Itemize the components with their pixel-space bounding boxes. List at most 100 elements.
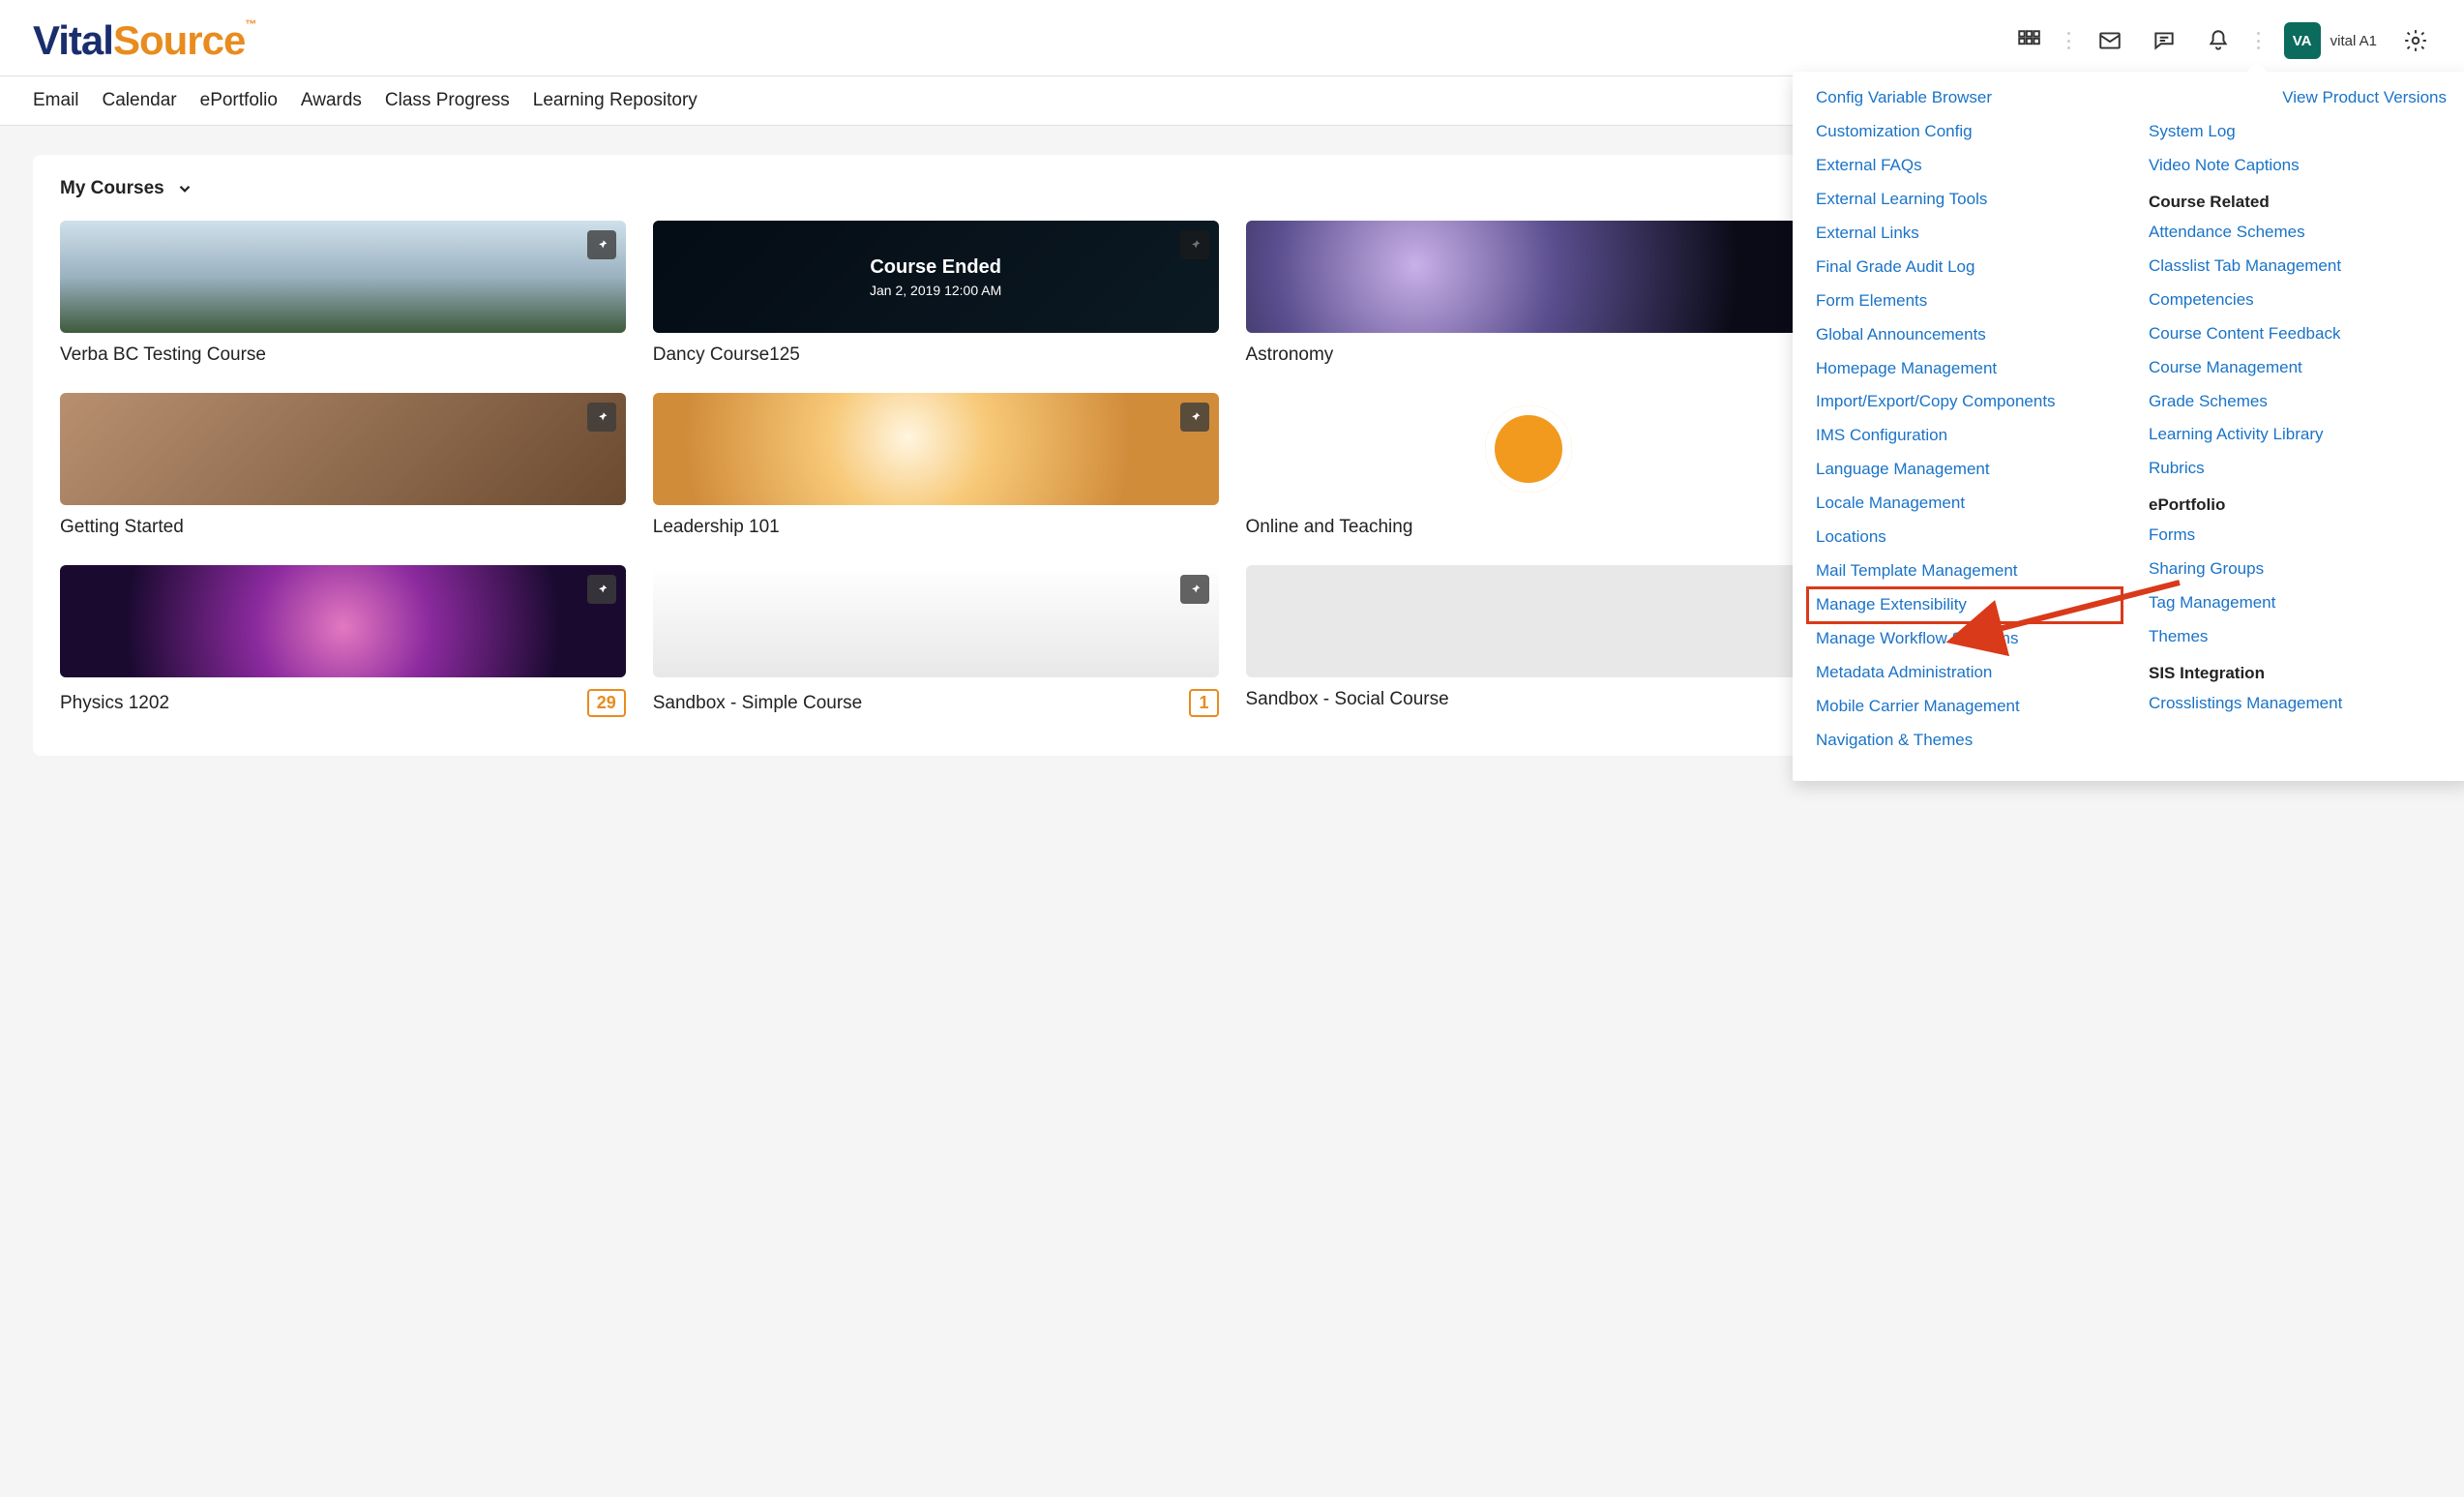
dropdown-heading: SIS Integration	[2149, 654, 2447, 687]
course-title: Online and Teaching	[1246, 517, 1413, 538]
dropdown-link[interactable]: Manage Workflow Sessions	[1816, 622, 2114, 656]
chat-icon[interactable]	[2149, 25, 2180, 56]
dropdown-link[interactable]: System Log	[2149, 115, 2447, 149]
dropdown-link[interactable]: Mobile Carrier Management	[1816, 690, 2114, 724]
dropdown-heading: Course Related	[2149, 183, 2447, 216]
course-card[interactable]: Physics 1202 29	[60, 565, 626, 717]
course-card[interactable]: Online and Teaching	[1246, 393, 1812, 538]
dropdown-link[interactable]: Course Content Feedback	[2149, 317, 2447, 351]
dropdown-link[interactable]: Locations	[1816, 521, 2114, 554]
pin-icon[interactable]	[1180, 575, 1209, 604]
nav-eportfolio[interactable]: ePortfolio	[200, 90, 278, 111]
course-card[interactable]: Getting Started	[60, 393, 626, 538]
dropdown-link[interactable]: Crosslistings Management	[2149, 687, 2447, 721]
bell-icon[interactable]	[2203, 25, 2234, 56]
course-card[interactable]: Verba BC Testing Course	[60, 221, 626, 366]
avatar: VA	[2284, 22, 2321, 59]
dropdown-link[interactable]: Language Management	[1816, 453, 2114, 487]
course-title-row: Dancy Course125	[653, 344, 1219, 366]
course-card[interactable]: Leadership 101	[653, 393, 1219, 538]
dropdown-link[interactable]: Metadata Administration	[1816, 656, 2114, 690]
gear-icon[interactable]	[2400, 25, 2431, 56]
course-title-row: Verba BC Testing Course	[60, 344, 626, 366]
dropdown-link[interactable]: Final Grade Audit Log	[1816, 251, 2114, 284]
pin-icon[interactable]	[587, 403, 616, 432]
nav-awards[interactable]: Awards	[301, 90, 362, 111]
course-thumbnail[interactable]	[60, 393, 626, 505]
course-card[interactable]: Course EndedJan 2, 2019 12:00 AM Dancy Co…	[653, 221, 1219, 366]
course-title: Sandbox - Simple Course	[653, 693, 863, 714]
course-title: Dancy Course125	[653, 344, 800, 366]
course-title-row: Leadership 101	[653, 517, 1219, 538]
header-actions: VA vital A1	[2013, 22, 2431, 59]
pin-icon[interactable]	[587, 575, 616, 604]
nav-class-progress[interactable]: Class Progress	[385, 90, 510, 111]
dropdown-link[interactable]: Attendance Schemes	[2149, 216, 2447, 250]
course-thumbnail[interactable]: Course EndedJan 2, 2019 12:00 AM	[653, 221, 1219, 333]
separator-icon	[2067, 28, 2071, 53]
course-thumbnail[interactable]	[1246, 565, 1812, 677]
dropdown-link[interactable]: View Product Versions	[2149, 81, 2447, 115]
course-thumbnail[interactable]	[60, 221, 626, 333]
dropdown-link[interactable]: Customization Config	[1816, 115, 2114, 149]
dropdown-link[interactable]: Learning Activity Library	[2149, 418, 2447, 452]
dropdown-link[interactable]: External FAQs	[1816, 149, 2114, 183]
dropdown-link[interactable]: IMS Configuration	[1816, 419, 2114, 453]
dropdown-link[interactable]: Classlist Tab Management	[2149, 250, 2447, 284]
app-header: VitalSource™ VA vital A1	[0, 0, 2464, 76]
dropdown-link[interactable]: Config Variable Browser	[1816, 81, 2114, 115]
dropdown-link[interactable]: Mail Template Management	[1816, 554, 2114, 588]
separator-icon	[2257, 28, 2261, 53]
dropdown-link[interactable]: Navigation & Themes	[1816, 724, 2114, 758]
my-courses-heading: My Courses	[60, 178, 164, 199]
course-title: Leadership 101	[653, 517, 780, 538]
dropdown-link[interactable]: Global Announcements	[1816, 318, 2114, 352]
dropdown-link[interactable]: Import/Export/Copy Components	[1816, 385, 2114, 419]
dropdown-link[interactable]: Sharing Groups	[2149, 553, 2447, 586]
course-thumbnail[interactable]	[1246, 221, 1812, 333]
dropdown-link[interactable]: Competencies	[2149, 284, 2447, 317]
course-title-row: Sandbox - Simple Course 1	[653, 689, 1219, 717]
dropdown-link[interactable]: External Links	[1816, 217, 2114, 251]
course-thumbnail[interactable]	[653, 565, 1219, 677]
dropdown-link[interactable]: Forms	[2149, 519, 2447, 553]
dropdown-link[interactable]: Video Note Captions	[2149, 149, 2447, 183]
course-title-row: Astronomy	[1246, 344, 1812, 366]
course-title-row: Online and Teaching	[1246, 517, 1812, 538]
username-label: vital A1	[2330, 33, 2377, 49]
overlay-title: Course Ended	[870, 256, 1001, 279]
notification-badge: 29	[587, 689, 626, 717]
nav-learning-repository[interactable]: Learning Repository	[533, 90, 698, 111]
dropdown-link[interactable]: Tag Management	[2149, 586, 2447, 620]
course-thumbnail[interactable]	[1246, 393, 1812, 505]
brand-part2: Source	[113, 17, 245, 63]
course-title: Physics 1202	[60, 693, 169, 714]
dropdown-link[interactable]: Manage Extensibility	[1808, 588, 2122, 622]
chevron-down-icon	[176, 180, 193, 197]
dropdown-link[interactable]: Grade Schemes	[2149, 385, 2447, 419]
main-area: My Courses Verba BC Testing Course Course…	[0, 126, 2464, 785]
pin-icon[interactable]	[587, 230, 616, 259]
mail-icon[interactable]	[2094, 25, 2125, 56]
user-menu[interactable]: VA vital A1	[2284, 22, 2377, 59]
nav-calendar[interactable]: Calendar	[103, 90, 177, 111]
course-card[interactable]: Sandbox - Social Course	[1246, 565, 1812, 717]
dropdown-link[interactable]: Homepage Management	[1816, 352, 2114, 386]
dropdown-link[interactable]: External Learning Tools	[1816, 183, 2114, 217]
notification-badge: 1	[1189, 689, 1218, 717]
dropdown-link[interactable]: Course Management	[2149, 351, 2447, 385]
course-card[interactable]: Sandbox - Simple Course 1	[653, 565, 1219, 717]
nav-email[interactable]: Email	[33, 90, 79, 111]
dropdown-link[interactable]: Form Elements	[1816, 284, 2114, 318]
course-title-row: Physics 1202 29	[60, 689, 626, 717]
dropdown-link[interactable]: Themes	[2149, 620, 2447, 654]
brand-tm: ™	[245, 17, 255, 31]
course-title-row: Getting Started	[60, 517, 626, 538]
apps-grid-icon[interactable]	[2013, 25, 2044, 56]
dropdown-link[interactable]: Locale Management	[1816, 487, 2114, 521]
course-card[interactable]: Astronomy	[1246, 221, 1812, 366]
dropdown-link[interactable]: Rubrics	[2149, 452, 2447, 486]
course-thumbnail[interactable]	[60, 565, 626, 677]
course-thumbnail[interactable]	[653, 393, 1219, 505]
pin-icon[interactable]	[1180, 403, 1209, 432]
